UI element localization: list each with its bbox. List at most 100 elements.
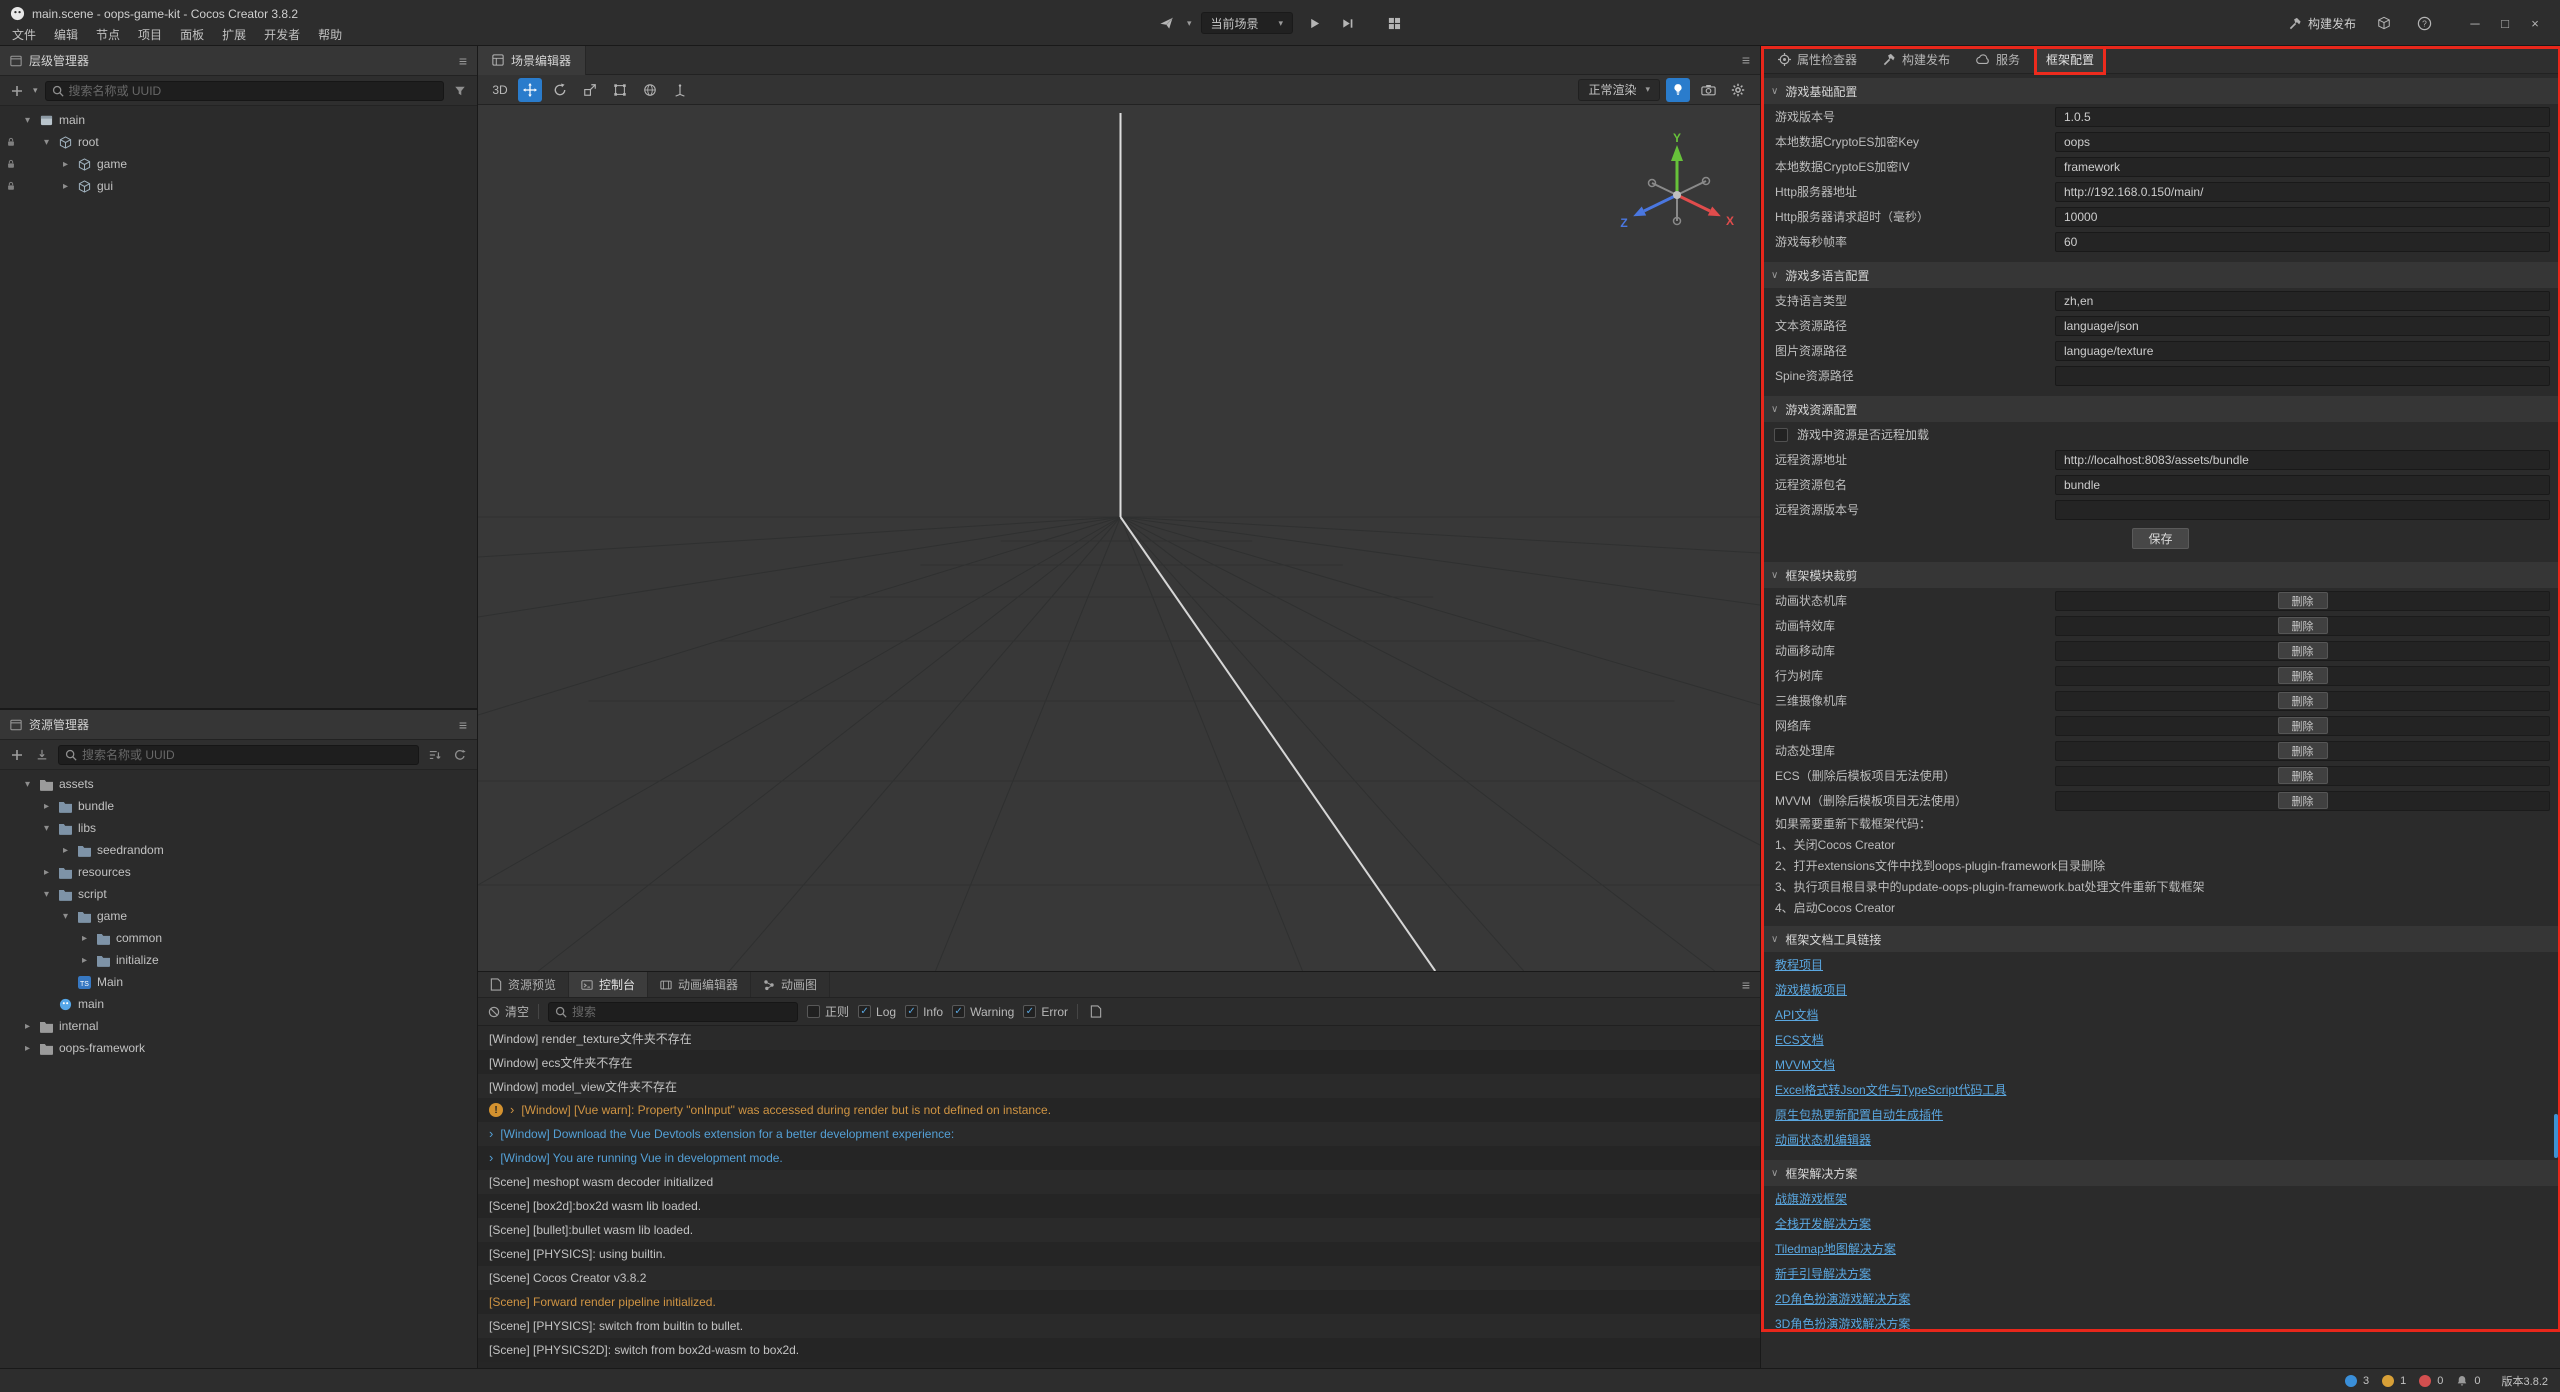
doc-link[interactable]: Tiledmap地图解决方案 — [1775, 1240, 1896, 1257]
menu-item-5[interactable]: 扩展 — [213, 26, 255, 43]
filter-info-checkbox[interactable]: ✓Info — [905, 1005, 943, 1019]
delete-button[interactable]: 删除 — [2278, 792, 2328, 809]
chevron-down-icon[interactable]: ▾ — [22, 115, 33, 126]
play-button[interactable] — [1302, 11, 1326, 35]
delete-button[interactable]: 删除 — [2278, 742, 2328, 759]
minimize-button[interactable]: ─ — [2460, 8, 2490, 38]
bell-icon[interactable] — [2456, 1375, 2468, 1387]
chevron-right-icon[interactable]: ▸ — [41, 867, 52, 878]
step-button[interactable] — [1335, 11, 1359, 35]
lock-icon[interactable] — [6, 181, 16, 191]
property-input[interactable] — [2055, 207, 2550, 227]
section-header[interactable]: ∨框架文档工具链接 — [1761, 926, 2560, 952]
log-row[interactable]: [Scene] meshopt wasm decoder initialized — [478, 1170, 1760, 1194]
doc-link[interactable]: 新手引导解决方案 — [1775, 1265, 1871, 1282]
layout-grid-icon[interactable] — [1382, 11, 1406, 35]
add-node-button[interactable] — [8, 81, 26, 101]
menu-item-2[interactable]: 节点 — [87, 26, 129, 43]
lock-icon[interactable] — [6, 159, 16, 169]
assets-search[interactable] — [58, 745, 419, 765]
doc-link[interactable]: 教程项目 — [1775, 956, 1823, 973]
chevron-right-icon[interactable]: › — [489, 1127, 493, 1140]
property-input[interactable] — [2055, 132, 2550, 152]
log-row[interactable]: [Scene] [PHYSICS]: switch from builtin t… — [478, 1314, 1760, 1338]
section-header[interactable]: ∨框架解决方案 — [1761, 1160, 2560, 1186]
delete-button[interactable]: 删除 — [2278, 617, 2328, 634]
import-asset-icon[interactable] — [33, 745, 51, 765]
rect-tool-button[interactable] — [608, 78, 632, 102]
hierarchy-search-input[interactable] — [69, 84, 437, 98]
maximize-button[interactable]: □ — [2490, 8, 2520, 38]
menu-item-1[interactable]: 编辑 — [45, 26, 87, 43]
log-row[interactable]: [Window] ecs文件夹不存在 — [478, 1050, 1760, 1074]
move-tool-button[interactable] — [518, 78, 542, 102]
log-row[interactable]: [Scene] [PHYSICS2D]: switch from box2d-w… — [478, 1338, 1760, 1362]
panel-menu-icon[interactable]: ≡ — [459, 53, 467, 69]
tree-item-Main[interactable]: TSMain — [0, 971, 477, 993]
doc-link[interactable]: 动画状态机编辑器 — [1775, 1131, 1871, 1148]
clear-console-button[interactable]: 清空 — [488, 1003, 529, 1020]
tree-item-gui[interactable]: ▸gui — [0, 175, 477, 197]
tree-item-assets[interactable]: ▾assets — [0, 773, 477, 795]
scrollbar-thumb[interactable] — [2554, 1114, 2558, 1158]
scale-tool-button[interactable] — [578, 78, 602, 102]
delete-button[interactable]: 删除 — [2278, 592, 2328, 609]
log-row[interactable]: [Window] model_view文件夹不存在 — [478, 1074, 1760, 1098]
checkbox-unchecked[interactable] — [1774, 428, 1788, 442]
console-tab-3[interactable]: 动画图 — [751, 972, 830, 997]
open-log-file-icon[interactable] — [1087, 1002, 1105, 1022]
gizmo-y-label[interactable]: Y — [1673, 133, 1681, 145]
tree-item-bundle[interactable]: ▸bundle — [0, 795, 477, 817]
chevron-down-icon[interactable]: ▾ — [41, 889, 52, 900]
doc-link[interactable]: 游戏模板项目 — [1775, 981, 1847, 998]
tree-item-script[interactable]: ▾script — [0, 883, 477, 905]
delete-button[interactable]: 删除 — [2278, 692, 2328, 709]
console-tab-2[interactable]: 动画编辑器 — [648, 972, 751, 997]
panel-menu-icon[interactable]: ≡ — [459, 717, 467, 733]
rotate-tool-button[interactable] — [548, 78, 572, 102]
section-header[interactable]: ∨框架模块裁剪 — [1761, 562, 2560, 588]
chevron-down-icon[interactable]: ▾ — [41, 823, 52, 834]
log-row[interactable]: [Window] render_texture文件夹不存在 — [478, 1026, 1760, 1050]
chevron-down-icon[interactable]: ▾ — [1187, 18, 1192, 29]
log-row[interactable]: [Scene] Cocos Creator v3.8.2 — [478, 1266, 1760, 1290]
tree-item-initialize[interactable]: ▸initialize — [0, 949, 477, 971]
menu-item-7[interactable]: 帮助 — [309, 26, 351, 43]
delete-button[interactable]: 删除 — [2278, 667, 2328, 684]
menu-item-6[interactable]: 开发者 — [255, 26, 309, 43]
chevron-down-icon[interactable]: ▾ — [60, 911, 71, 922]
property-input[interactable] — [2055, 232, 2550, 252]
doc-link[interactable]: MVVM文档 — [1775, 1056, 1835, 1073]
chevron-right-icon[interactable]: ▸ — [22, 1021, 33, 1032]
tree-item-main[interactable]: main — [0, 993, 477, 1015]
doc-link[interactable]: Excel格式转Json文件与TypeScript代码工具 — [1775, 1081, 2006, 1098]
preview-target-icon[interactable] — [1154, 11, 1178, 35]
console-search-input[interactable] — [572, 1005, 791, 1019]
doc-link[interactable]: 原生包热更新配置自动生成插件 — [1775, 1106, 1943, 1123]
doc-link[interactable]: ECS文档 — [1775, 1031, 1824, 1048]
log-row[interactable]: ›[Window] Download the Vue Devtools exte… — [478, 1122, 1760, 1146]
log-row[interactable]: [Scene] Forward render pipeline initiali… — [478, 1290, 1760, 1314]
build-publish-button[interactable]: 构建发布 — [2289, 15, 2356, 32]
tree-item-common[interactable]: ▸common — [0, 927, 477, 949]
property-input[interactable] — [2055, 182, 2550, 202]
property-input[interactable] — [2055, 107, 2550, 127]
tree-item-internal[interactable]: ▸internal — [0, 1015, 477, 1037]
chevron-down-icon[interactable]: ▾ — [33, 85, 38, 96]
chevron-right-icon[interactable]: ▸ — [79, 955, 90, 966]
chevron-right-icon[interactable]: ▸ — [60, 181, 71, 192]
chevron-right-icon[interactable]: ▸ — [22, 1043, 33, 1054]
add-asset-button[interactable] — [8, 745, 26, 765]
scene-settings-gear-icon[interactable] — [1726, 78, 1750, 102]
gizmo-x-label[interactable]: X — [1726, 214, 1734, 228]
package-icon[interactable] — [2372, 11, 2396, 35]
gizmo-z-label[interactable]: Z — [1620, 216, 1627, 230]
tree-item-seedrandom[interactable]: ▸seedrandom — [0, 839, 477, 861]
doc-link[interactable]: 战旗游戏框架 — [1775, 1190, 1847, 1207]
tree-item-resources[interactable]: ▸resources — [0, 861, 477, 883]
section-header[interactable]: ∨游戏多语言配置 — [1761, 262, 2560, 288]
tree-item-root[interactable]: ▾root — [0, 131, 477, 153]
property-input[interactable] — [2055, 341, 2550, 361]
tree-item-main[interactable]: ▾main — [0, 109, 477, 131]
tab-scene-editor[interactable]: 场景编辑器 — [478, 46, 586, 75]
